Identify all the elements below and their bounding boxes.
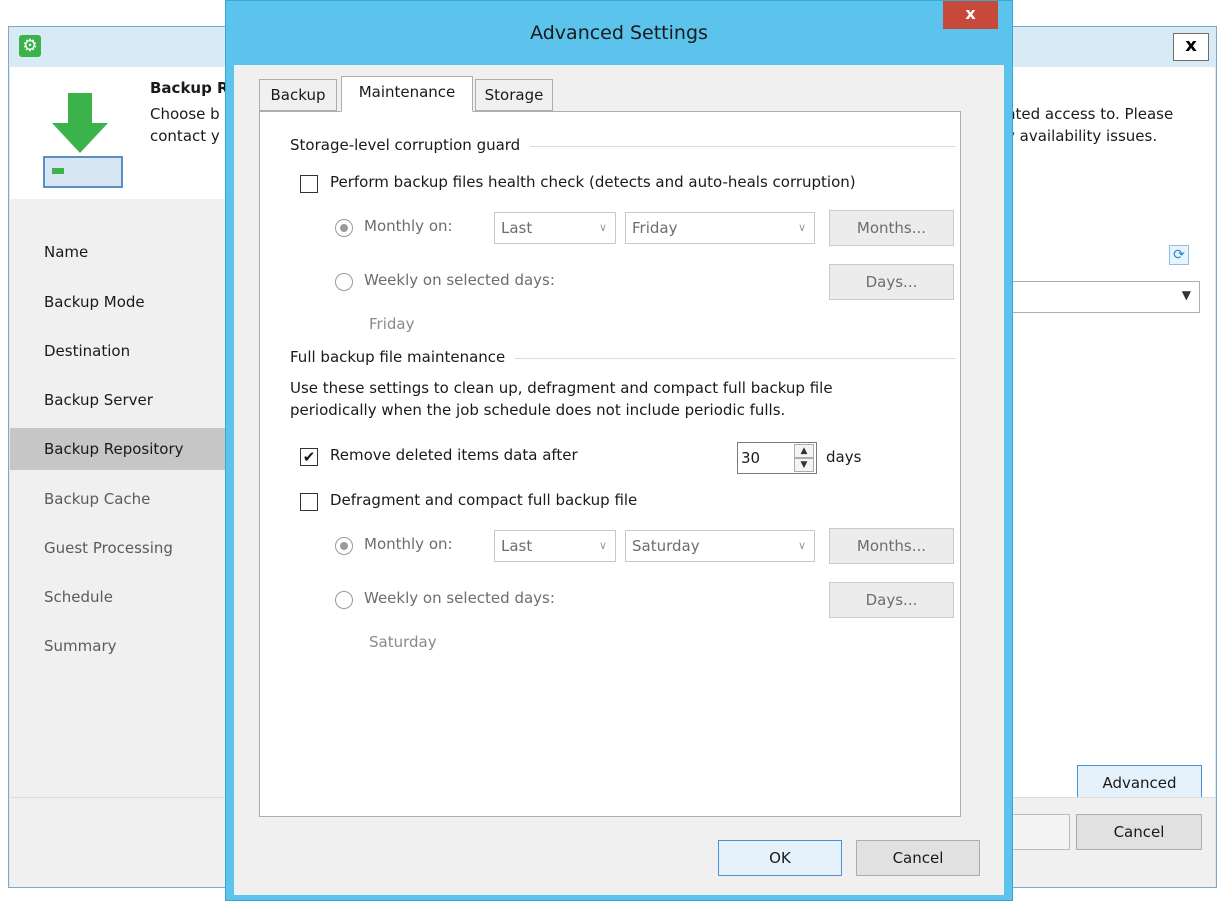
health-monthly-radio[interactable] <box>335 219 353 237</box>
defrag-monthly-week-value: Last <box>501 537 533 555</box>
chevron-down-icon: ∨ <box>797 539 806 552</box>
defrag-monthly-day-select[interactable]: Saturday ∨ <box>625 530 815 562</box>
cancel-button[interactable]: Cancel <box>856 840 980 876</box>
step-name[interactable]: Name <box>10 231 246 273</box>
chevron-down-icon: ∨ <box>598 539 607 552</box>
health-check-label: Perform backup files health check (detec… <box>330 173 856 191</box>
dialog-content: Backup Maintenance Storage Storage-level… <box>234 65 1004 895</box>
wizard-step-description: contact y <box>150 127 220 145</box>
health-weekly-label: Weekly on selected days: <box>364 271 555 289</box>
defrag-selected-days: Saturday <box>369 633 437 651</box>
step-backup-mode[interactable]: Backup Mode <box>10 281 246 323</box>
step-destination[interactable]: Destination <box>10 330 246 372</box>
stepper-up-icon[interactable]: ▲ <box>794 444 814 458</box>
defrag-days-button[interactable]: Days... <box>829 582 954 618</box>
health-monthly-label: Monthly on: <box>364 217 453 235</box>
tab-maintenance[interactable]: Maintenance <box>341 76 473 112</box>
backup-repository-select[interactable]: ▼ <box>1000 281 1200 313</box>
health-monthly-week-select[interactable]: Last ∨ <box>494 212 616 244</box>
refresh-icon[interactable]: ⟳ <box>1169 245 1189 265</box>
wizard-cancel-button[interactable]: Cancel <box>1076 814 1202 850</box>
days-unit-label: days <box>826 448 862 466</box>
maintenance-description: periodically when the job schedule does … <box>290 401 786 419</box>
defrag-monthly-day-value: Saturday <box>632 537 700 555</box>
remove-days-value: 30 <box>741 449 761 467</box>
dialog-title: Advanced Settings <box>530 22 708 44</box>
health-monthly-week-value: Last <box>501 219 533 237</box>
defrag-weekly-radio[interactable] <box>335 591 353 609</box>
health-selected-days: Friday <box>369 315 415 333</box>
defrag-monthly-week-select[interactable]: Last ∨ <box>494 530 616 562</box>
health-check-checkbox[interactable] <box>300 175 318 193</box>
backup-repository-icon <box>43 93 123 188</box>
chevron-down-icon: ∨ <box>598 221 607 234</box>
defrag-months-button[interactable]: Months... <box>829 528 954 564</box>
wizard-step-title: Backup R <box>150 79 229 97</box>
corruption-guard-section-title: Storage-level corruption guard <box>290 136 531 154</box>
defragment-checkbox[interactable] <box>300 493 318 511</box>
remove-deleted-items-label: Remove deleted items data after <box>330 446 578 464</box>
chevron-down-icon: ∨ <box>797 221 806 234</box>
step-backup-server[interactable]: Backup Server <box>10 379 246 421</box>
advanced-button[interactable]: Advanced <box>1077 765 1202 801</box>
defrag-monthly-label: Monthly on: <box>364 535 453 553</box>
step-backup-cache[interactable]: Backup Cache <box>10 478 246 520</box>
remove-days-stepper[interactable]: 30 ▲ ▼ <box>737 442 817 474</box>
health-days-button[interactable]: Days... <box>829 264 954 300</box>
wizard-step-description: nted access to. Please <box>1006 105 1174 123</box>
defrag-monthly-radio[interactable] <box>335 537 353 555</box>
remove-deleted-items-checkbox[interactable]: ✔ <box>300 448 318 466</box>
veeam-gear-icon: ⚙ <box>19 35 41 57</box>
ok-button[interactable]: OK <box>718 840 842 876</box>
wizard-close-button[interactable]: x <box>1173 33 1209 61</box>
wizard-steps-panel: Name Backup Mode Destination Backup Serv… <box>10 199 246 797</box>
tab-backup[interactable]: Backup <box>259 79 337 111</box>
maintenance-description: Use these settings to clean up, defragme… <box>290 379 833 397</box>
health-monthly-day-select[interactable]: Friday ∨ <box>625 212 815 244</box>
advanced-settings-dialog: Advanced Settings x Backup Maintenance S… <box>225 0 1013 901</box>
dialog-close-button[interactable]: x <box>943 1 998 29</box>
chevron-down-icon: ▼ <box>1181 288 1191 302</box>
maintenance-tab-panel: Storage-level corruption guard Perform b… <box>259 111 961 817</box>
full-backup-maintenance-section-title: Full backup file maintenance <box>290 348 516 366</box>
wizard-step-description: y availability issues. <box>1006 127 1158 145</box>
wizard-step-description: Choose b <box>150 105 220 123</box>
health-weekly-radio[interactable] <box>335 273 353 291</box>
tab-storage[interactable]: Storage <box>475 79 553 111</box>
health-monthly-day-value: Friday <box>632 219 678 237</box>
step-backup-repository[interactable]: Backup Repository <box>10 428 246 470</box>
defragment-label: Defragment and compact full backup file <box>330 491 638 509</box>
defrag-weekly-label: Weekly on selected days: <box>364 589 555 607</box>
step-summary[interactable]: Summary <box>10 625 246 667</box>
step-guest-processing[interactable]: Guest Processing <box>10 527 246 569</box>
health-months-button[interactable]: Months... <box>829 210 954 246</box>
step-schedule[interactable]: Schedule <box>10 576 246 618</box>
stepper-down-icon[interactable]: ▼ <box>794 458 814 472</box>
